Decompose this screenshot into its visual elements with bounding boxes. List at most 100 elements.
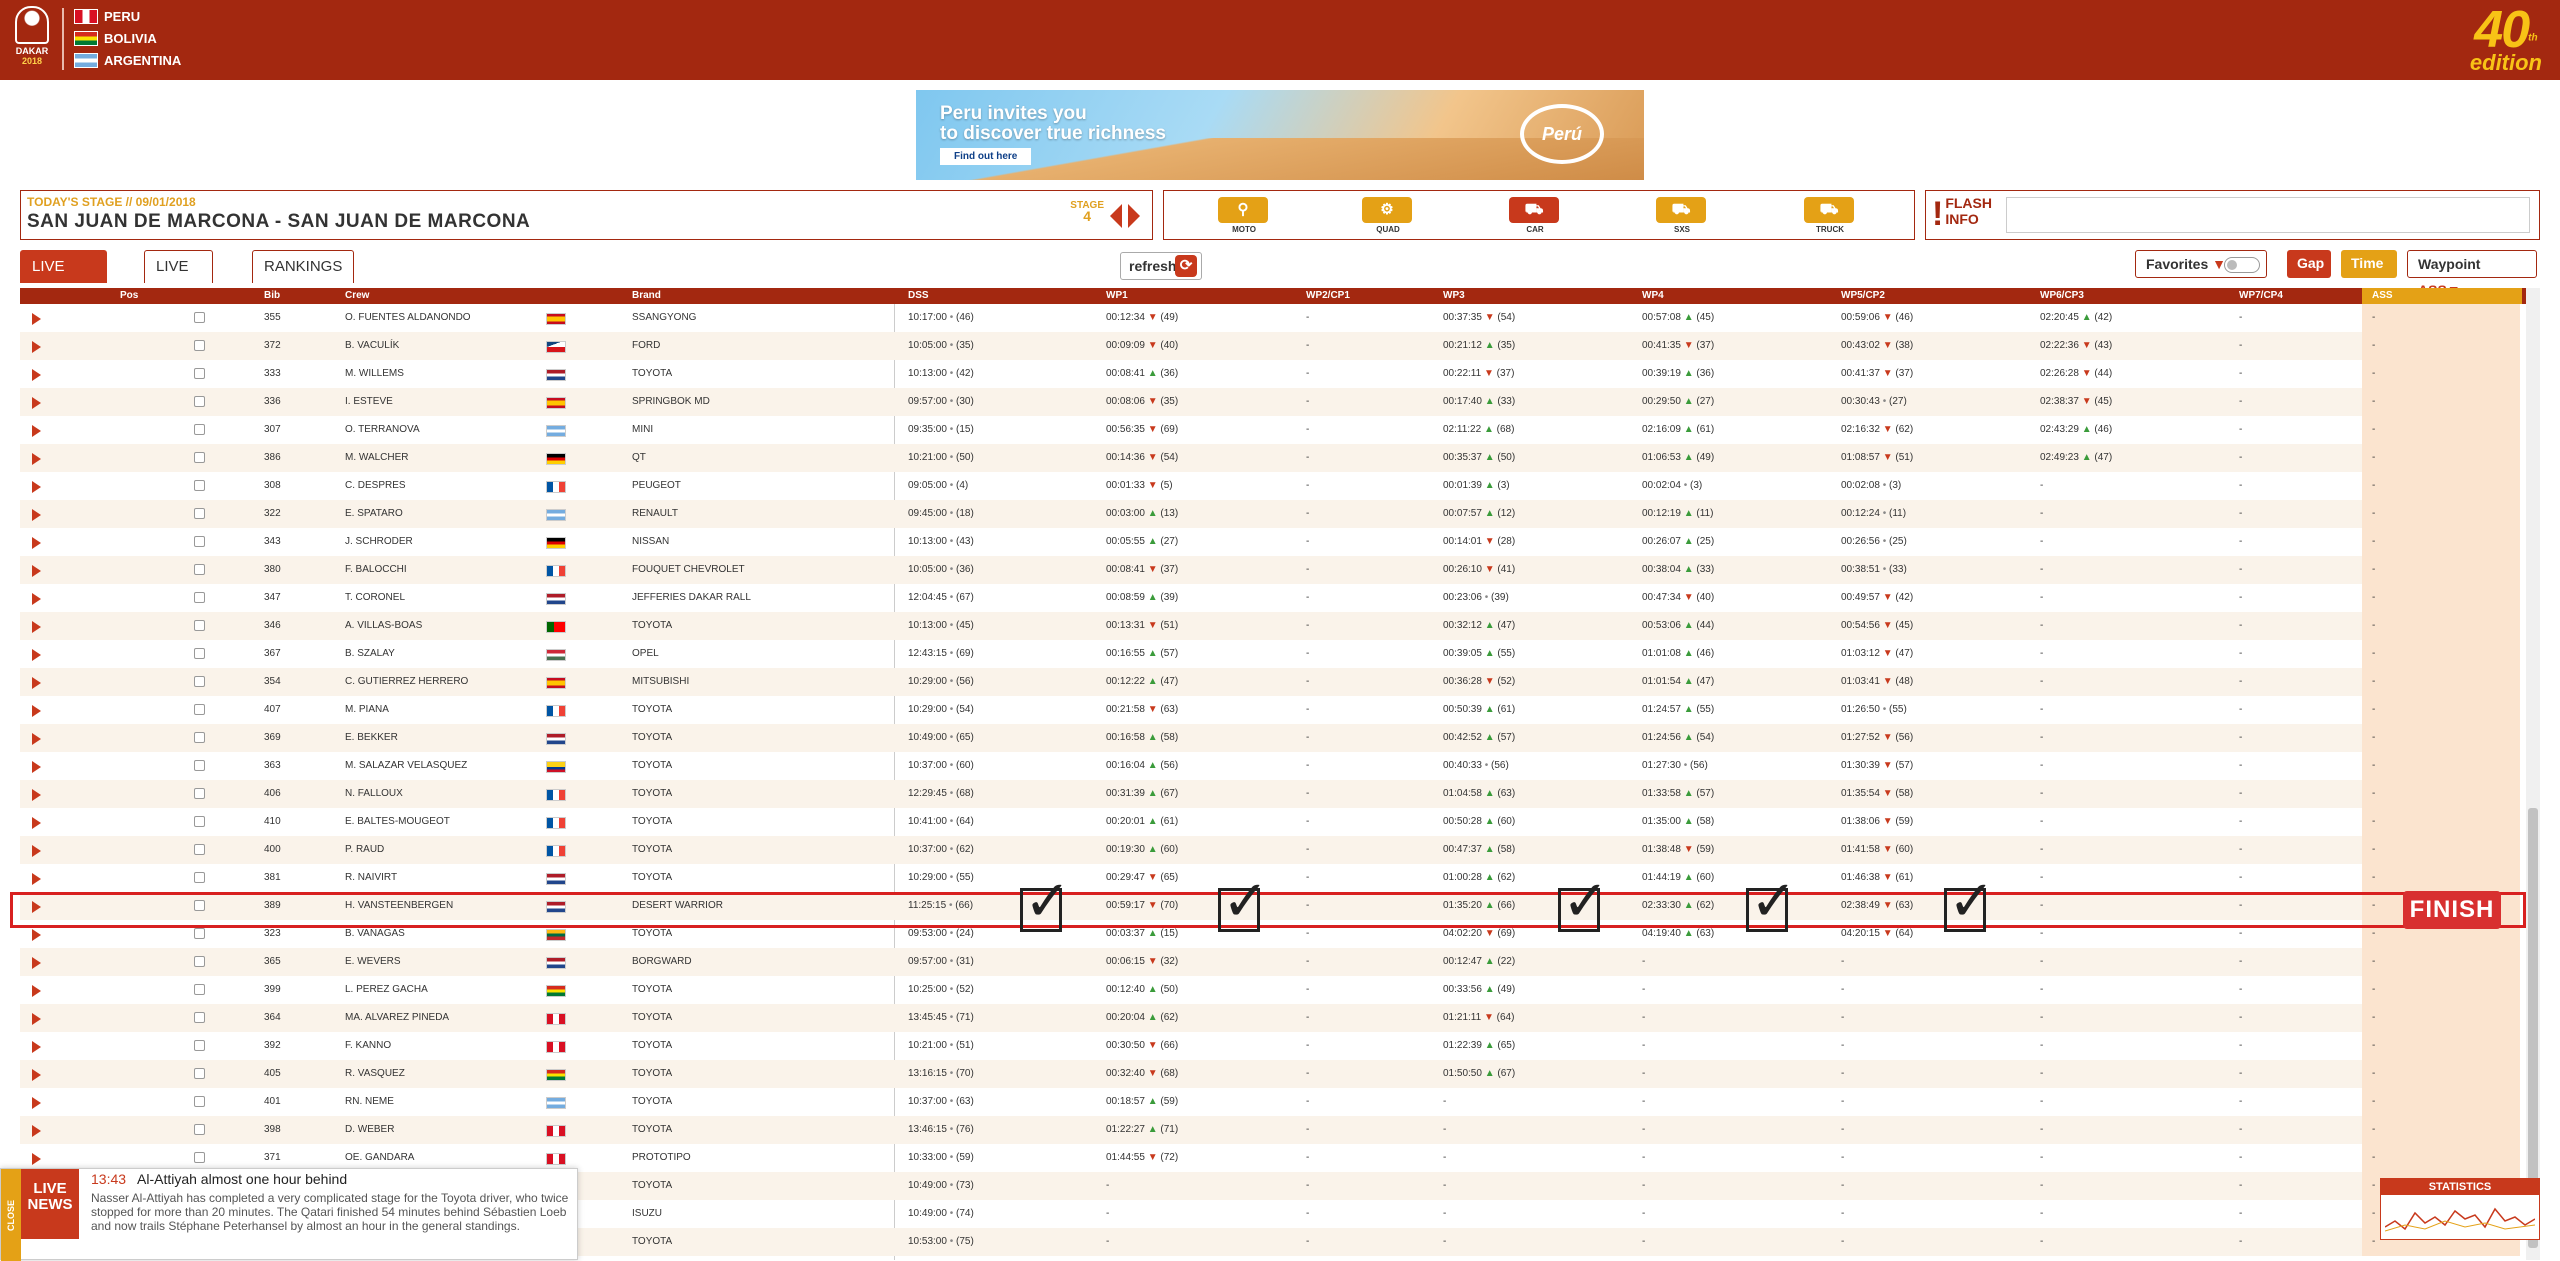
cell-crew[interactable]: M. WILLEMS (345, 360, 404, 388)
cell-crew[interactable]: L. PEREZ GACHA (345, 976, 428, 1004)
tab-live-news[interactable]: LIVE NEWS (144, 250, 213, 307)
favorite-checkbox[interactable] (194, 704, 205, 715)
favorite-checkbox[interactable] (194, 1068, 205, 1079)
cell-crew[interactable]: C. GUTIERREZ HERRERO (345, 668, 468, 696)
cell-crew[interactable]: B. VACULÍK (345, 332, 399, 360)
expand-row-icon[interactable] (32, 705, 41, 717)
favorite-checkbox[interactable] (194, 1124, 205, 1135)
table-row[interactable]: 343 J. SCHRODER NISSAN 10:13:00 • (43) 00:05… (20, 528, 2520, 556)
peru-ad-banner[interactable]: Peru invites you to discover true richnes… (916, 90, 1644, 180)
refresh-button[interactable]: refresh ⟳ (1120, 252, 1202, 280)
time-button[interactable]: Time (2341, 250, 2397, 278)
favorite-checkbox[interactable] (194, 676, 205, 687)
expand-row-icon[interactable] (32, 733, 41, 745)
favorite-checkbox[interactable] (194, 480, 205, 491)
cell-crew[interactable]: RN. NEME (345, 1088, 394, 1116)
category-car[interactable]: ⛟ CAR (1509, 197, 1561, 234)
expand-row-icon[interactable] (32, 1013, 41, 1025)
cell-crew[interactable]: J. SCHRODER (345, 528, 413, 556)
table-row[interactable]: 307 O. TERRANOVA MINI 09:35:00 • (15) 00:56:… (20, 416, 2520, 444)
expand-row-icon[interactable] (32, 649, 41, 661)
expand-row-icon[interactable] (32, 1097, 41, 1109)
favorite-checkbox[interactable] (194, 424, 205, 435)
favorite-checkbox[interactable] (194, 536, 205, 547)
cell-crew[interactable]: O. FUENTES ALDANONDO (345, 304, 471, 332)
expand-row-icon[interactable] (32, 313, 41, 325)
favorite-checkbox[interactable] (194, 312, 205, 323)
favorite-checkbox[interactable] (194, 732, 205, 743)
favorite-checkbox[interactable] (194, 1152, 205, 1163)
cell-crew[interactable]: R. VASQUEZ (345, 1060, 405, 1088)
column-header-wp3[interactable]: WP3 (1443, 288, 1465, 304)
column-header-wp4[interactable]: WP4 (1642, 288, 1664, 304)
table-row[interactable]: 405 R. VASQUEZ TOYOTA 13:16:15 • (70) 00:32:… (20, 1060, 2520, 1088)
table-row[interactable]: 372 B. VACULÍK FORD 10:05:00 • (35) 00:09:09… (20, 332, 2520, 360)
favorite-checkbox[interactable] (194, 592, 205, 603)
tab-live-timings[interactable]: LIVE TIMINGS (20, 250, 107, 307)
table-row[interactable]: 398 D. WEBER TOYOTA 13:46:15 • (76) 01:22:27… (20, 1116, 2520, 1144)
table-row[interactable]: 369 E. BEKKER TOYOTA 10:49:00 • (65) 00:16:5… (20, 724, 2520, 752)
column-header-wp7[interactable]: WP7/CP4 (2239, 288, 2283, 304)
favorite-checkbox[interactable] (194, 452, 205, 463)
expand-row-icon[interactable] (32, 1069, 41, 1081)
next-stage-icon[interactable] (1128, 204, 1140, 228)
expand-row-icon[interactable] (32, 845, 41, 857)
cell-crew[interactable]: E. BALTES-MOUGEOT (345, 808, 450, 836)
cell-crew[interactable]: O. TERRANOVA (345, 416, 420, 444)
cell-crew[interactable]: C. DESPRES (345, 472, 406, 500)
favorite-checkbox[interactable] (194, 648, 205, 659)
favorite-checkbox[interactable] (194, 620, 205, 631)
close-news-button[interactable]: CLOSE (1, 1169, 21, 1261)
expand-row-icon[interactable] (32, 481, 41, 493)
expand-row-icon[interactable] (32, 397, 41, 409)
expand-row-icon[interactable] (32, 341, 41, 353)
favorite-checkbox[interactable] (194, 1040, 205, 1051)
table-row[interactable]: 407 M. PIANA TOYOTA 10:29:00 • (54) 00:21:58… (20, 696, 2520, 724)
table-row[interactable]: 346 A. VILLAS-BOAS TOYOTA 10:13:00 • (45) 00… (20, 612, 2520, 640)
expand-row-icon[interactable] (32, 873, 41, 885)
cell-crew[interactable]: T. CORONEL (345, 584, 405, 612)
cell-crew[interactable]: N. FALLOUX (345, 780, 403, 808)
table-row[interactable]: 355 O. FUENTES ALDANONDO SSANGYONG 10:17:00… (20, 304, 2520, 332)
expand-row-icon[interactable] (32, 789, 41, 801)
table-row[interactable]: 336 I. ESTEVE SPRINGBOK MD 09:57:00 • (30) 0… (20, 388, 2520, 416)
waypoint-select[interactable]: Waypoint ASS▼ (2407, 250, 2537, 298)
cell-crew[interactable]: E. SPATARO (345, 500, 403, 528)
favorite-checkbox[interactable] (194, 844, 205, 855)
table-row[interactable]: 386 M. WALCHER QT 10:21:00 • (50) 00:14:36 ▼… (20, 444, 2520, 472)
table-row[interactable]: 364 MA. ALVAREZ PINEDA TOYOTA 13:45:45 • (7… (20, 1004, 2520, 1032)
table-row[interactable]: 399 L. PEREZ GACHA TOYOTA 10:25:00 • (52) 00… (20, 976, 2520, 1004)
dakar-logo[interactable]: DAKAR 2018 (10, 6, 54, 72)
favorite-checkbox[interactable] (194, 340, 205, 351)
column-header-wp6[interactable]: WP6/CP3 (2040, 288, 2084, 304)
favorite-checkbox[interactable] (194, 816, 205, 827)
table-row[interactable]: 401 RN. NEME TOYOTA 10:37:00 • (63) 00:18:57… (20, 1088, 2520, 1116)
table-row[interactable]: 363 M. SALAZAR VELASQUEZ TOYOTA 10:37:00 • … (20, 752, 2520, 780)
expand-row-icon[interactable] (32, 537, 41, 549)
favorite-checkbox[interactable] (194, 956, 205, 967)
expand-row-icon[interactable] (32, 593, 41, 605)
expand-row-icon[interactable] (32, 369, 41, 381)
cell-crew[interactable]: D. WEBER (345, 1116, 394, 1144)
prev-stage-icon[interactable] (1110, 204, 1122, 228)
column-header-bib[interactable]: Bib (264, 288, 280, 304)
cell-crew[interactable]: F. KANNO (345, 1032, 391, 1060)
category-sxs[interactable]: ⛟ SXS (1656, 197, 1708, 234)
column-header-ass[interactable]: ASS (2362, 288, 2522, 304)
favorite-checkbox[interactable] (194, 984, 205, 995)
expand-row-icon[interactable] (32, 677, 41, 689)
expand-row-icon[interactable] (32, 1153, 41, 1165)
cell-crew[interactable]: E. WEVERS (345, 948, 401, 976)
expand-row-icon[interactable] (32, 985, 41, 997)
expand-row-icon[interactable] (32, 565, 41, 577)
expand-row-icon[interactable] (32, 761, 41, 773)
table-row[interactable]: 333 M. WILLEMS TOYOTA 10:13:00 • (42) 00:08:… (20, 360, 2520, 388)
cell-crew[interactable]: A. VILLAS-BOAS (345, 612, 422, 640)
favorite-checkbox[interactable] (194, 788, 205, 799)
favorite-checkbox[interactable] (194, 760, 205, 771)
cell-crew[interactable]: M. SALAZAR VELASQUEZ (345, 752, 467, 780)
favorite-checkbox[interactable] (194, 508, 205, 519)
table-row[interactable]: 406 N. FALLOUX TOYOTA 12:29:45 • (68) 00:31:… (20, 780, 2520, 808)
favorite-checkbox[interactable] (194, 1012, 205, 1023)
expand-row-icon[interactable] (32, 1041, 41, 1053)
